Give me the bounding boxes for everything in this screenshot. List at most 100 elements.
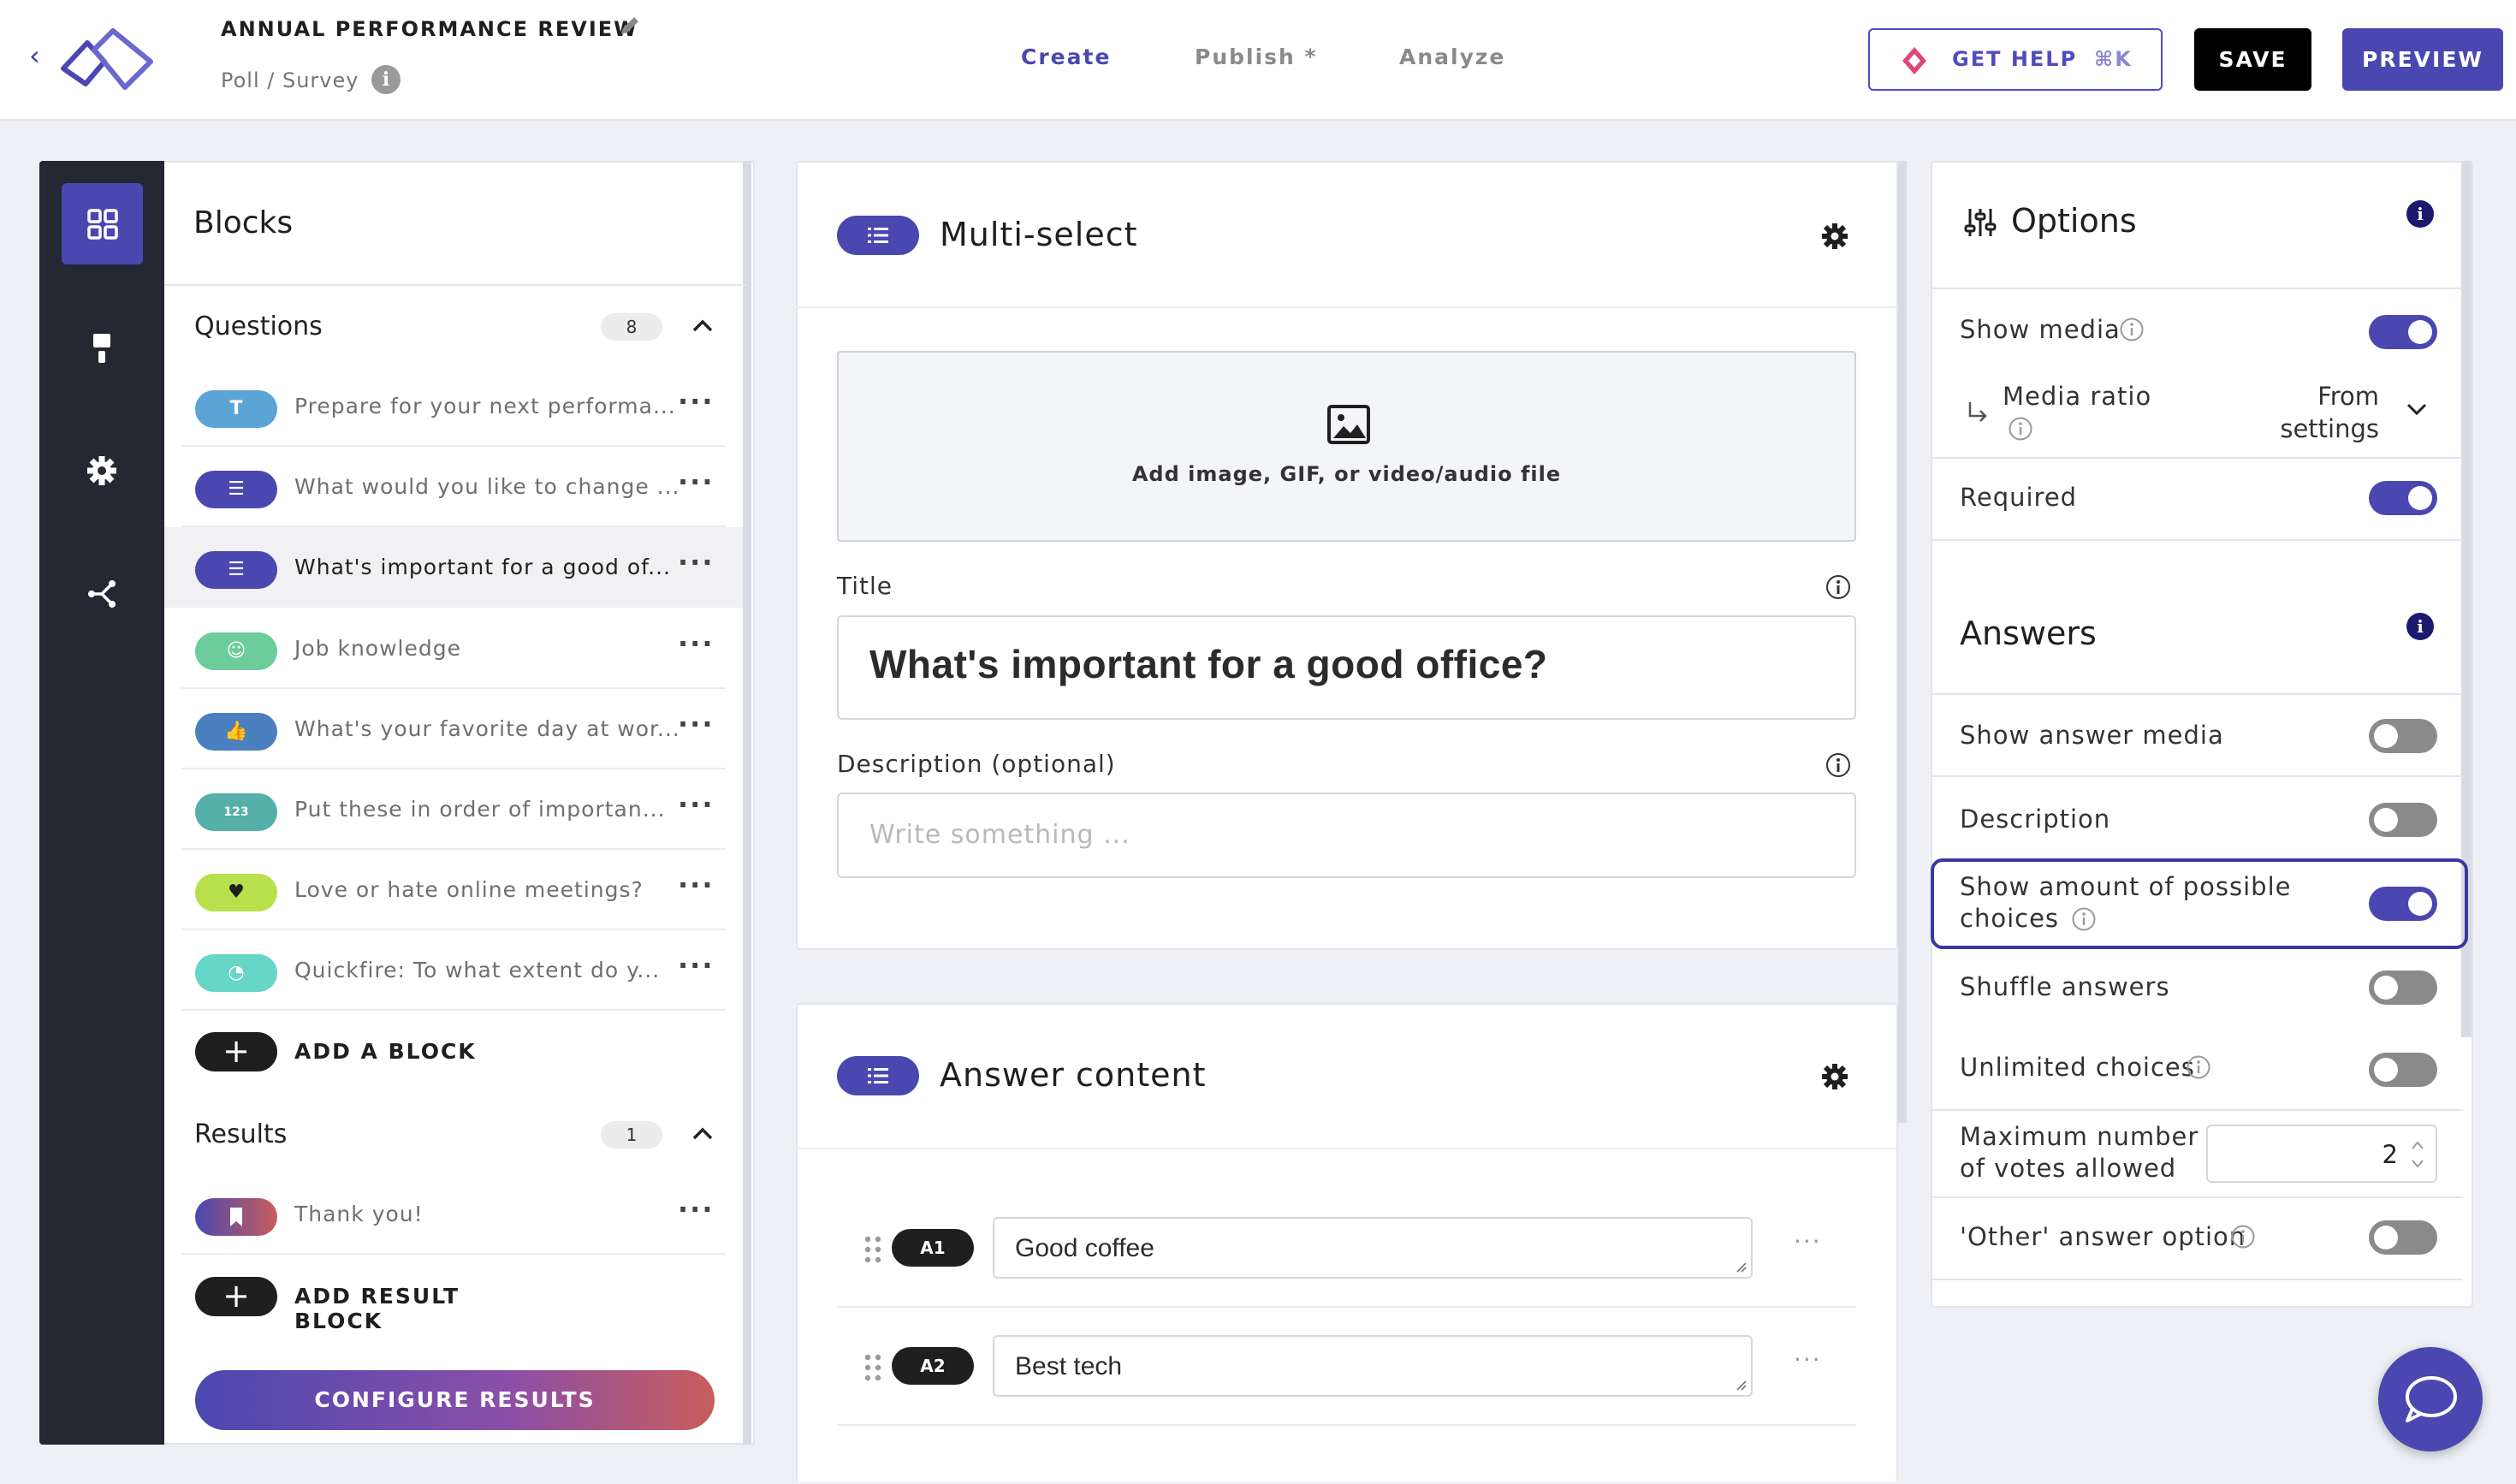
add-result-block-label: ADD RESULT BLOCK	[294, 1284, 460, 1333]
question-item[interactable]: 👍 What's your favorite day at wor... ···	[181, 689, 726, 769]
show-answer-media-toggle[interactable]	[2369, 719, 2437, 753]
unlimited-choices-toggle[interactable]	[2369, 1053, 2437, 1087]
back-chevron-icon[interactable]: ‹	[29, 39, 40, 72]
gear-icon[interactable]	[1819, 1061, 1850, 1092]
question-label: Put these in order of importan...	[294, 797, 666, 822]
result-label: Thank you!	[294, 1202, 424, 1226]
show-media-toggle[interactable]	[2369, 315, 2437, 349]
more-options-icon[interactable]: ···	[678, 466, 714, 498]
answer-input[interactable]: Best tech	[993, 1335, 1753, 1397]
shuffle-answers-label: Shuffle answers	[1960, 972, 2170, 1001]
tab-analyze[interactable]: Analyze	[1399, 45, 1505, 69]
blocks-scrollbar[interactable]	[743, 161, 751, 1445]
description-input[interactable]: Write something ...	[837, 792, 1856, 878]
answer-input[interactable]: Good coffee	[993, 1217, 1753, 1279]
question-item[interactable]: ☺ Job knowledge ···	[181, 608, 726, 689]
info-icon[interactable]	[1825, 751, 1852, 779]
add-result-block-button[interactable]: + ADD RESULT BLOCK	[195, 1272, 537, 1333]
max-votes-stepper[interactable]: 2	[2206, 1125, 2437, 1183]
drag-handle-icon[interactable]	[863, 1352, 883, 1383]
description-toggle[interactable]	[2369, 803, 2437, 837]
max-votes-value: 2	[2382, 1140, 2398, 1169]
gear-icon[interactable]	[1819, 221, 1850, 252]
question-type-icon: 👍	[195, 713, 277, 751]
answer-tag: A1	[892, 1229, 974, 1267]
media-ratio-select[interactable]: From settings	[2259, 380, 2379, 445]
info-icon[interactable]	[2008, 416, 2033, 442]
blocks-title: Blocks	[193, 205, 294, 240]
result-item[interactable]: Thank you! ···	[181, 1174, 726, 1255]
media-upload-label: Add image, GIF, or video/audio file	[1131, 462, 1562, 486]
other-option-toggle[interactable]	[2369, 1220, 2437, 1255]
get-help-label: GET HELP	[1952, 47, 2078, 71]
sidebar-item-blocks[interactable]	[62, 183, 143, 264]
save-button[interactable]: SAVE	[2194, 28, 2311, 91]
info-icon[interactable]	[2071, 906, 2097, 932]
more-options-icon[interactable]: ···	[678, 1193, 714, 1226]
info-icon[interactable]	[2119, 317, 2145, 342]
plus-icon: +	[195, 1277, 277, 1316]
tab-publish[interactable]: Publish *	[1195, 45, 1318, 69]
paint-brush-icon[interactable]	[85, 330, 119, 365]
more-options-icon[interactable]: ···	[1794, 1345, 1822, 1374]
info-icon[interactable]: i	[2406, 613, 2434, 640]
title-input[interactable]: What's important for a good office?	[837, 615, 1856, 720]
page-title: ANNUAL PERFORMANCE REVIEW	[221, 17, 638, 41]
stepper-arrows-icon[interactable]	[2406, 1133, 2429, 1176]
question-label: Job knowledge	[294, 636, 461, 661]
question-type-icon: 123	[195, 793, 277, 831]
divider	[1931, 1279, 2463, 1280]
drag-handle-icon[interactable]	[863, 1234, 883, 1265]
preview-button[interactable]: PREVIEW	[2342, 28, 2503, 91]
shuffle-answers-toggle[interactable]	[2369, 971, 2437, 1005]
question-item[interactable]: ☰ What's important for a good of... ···	[164, 527, 743, 608]
share-flow-icon[interactable]	[85, 577, 119, 611]
info-icon[interactable]: i	[371, 65, 401, 94]
question-item[interactable]: ◔ Quickfire: To what extent do y... ···	[181, 930, 726, 1011]
resize-handle-icon[interactable]	[1736, 1261, 1748, 1273]
chat-button[interactable]	[2378, 1347, 2483, 1451]
unlimited-choices-label: Unlimited choices	[1960, 1053, 2195, 1082]
chevron-down-icon[interactable]	[2405, 401, 2429, 418]
add-block-button[interactable]: + ADD A BLOCK	[195, 1027, 537, 1078]
max-votes-label: Maximum number of votes allowed	[1960, 1121, 2199, 1184]
answer-tag: A2	[892, 1347, 974, 1385]
resize-handle-icon[interactable]	[1736, 1380, 1748, 1392]
chevron-up-icon[interactable]	[690, 1121, 715, 1147]
question-item[interactable]: T Prepare for your next performa... ···	[181, 366, 726, 447]
results-count-badge: 1	[601, 1121, 662, 1149]
required-toggle[interactable]	[2369, 481, 2437, 515]
gear-icon[interactable]	[85, 454, 119, 488]
get-help-button[interactable]: GET HELP ⌘K	[1868, 28, 2163, 91]
edit-pencil-icon[interactable]	[618, 14, 642, 38]
media-upload-area[interactable]: Add image, GIF, or video/audio file	[837, 351, 1856, 542]
sliders-icon	[1964, 209, 1997, 236]
questions-count-badge: 8	[601, 313, 662, 341]
editor-scrollbar[interactable]	[1898, 161, 1907, 1123]
info-icon[interactable]	[1825, 573, 1852, 601]
question-item[interactable]: 123 Put these in order of importan... ···	[181, 769, 726, 850]
info-icon[interactable]	[2186, 1054, 2211, 1080]
more-options-icon[interactable]: ···	[1794, 1227, 1822, 1255]
question-item[interactable]: ☰ What would you like to change ... ···	[181, 447, 726, 527]
tab-create[interactable]: Create	[1021, 45, 1111, 69]
question-item[interactable]: ♥ Love or hate online meetings? ···	[181, 850, 726, 930]
more-options-icon[interactable]: ···	[678, 627, 714, 660]
max-votes-label-line2: of votes allowed	[1960, 1154, 2177, 1183]
more-options-icon[interactable]: ···	[678, 788, 714, 821]
more-options-icon[interactable]: ···	[678, 949, 714, 982]
info-icon[interactable]: i	[2406, 200, 2434, 228]
show-answer-media-label: Show answer media	[1960, 721, 2224, 750]
more-options-icon[interactable]: ···	[678, 546, 714, 579]
more-options-icon[interactable]: ···	[678, 385, 714, 418]
diamond-icon	[1902, 47, 1926, 74]
logo[interactable]	[56, 24, 157, 96]
configure-results-button[interactable]: CONFIGURE RESULTS	[195, 1370, 715, 1430]
question-type-icon: ♥	[195, 874, 277, 911]
more-options-icon[interactable]: ···	[678, 708, 714, 740]
media-ratio-value-line1: From	[2317, 382, 2379, 411]
show-amount-toggle[interactable]	[2369, 887, 2437, 921]
chevron-up-icon[interactable]	[690, 313, 715, 339]
info-icon[interactable]	[2230, 1224, 2256, 1250]
more-options-icon[interactable]: ···	[678, 869, 714, 901]
